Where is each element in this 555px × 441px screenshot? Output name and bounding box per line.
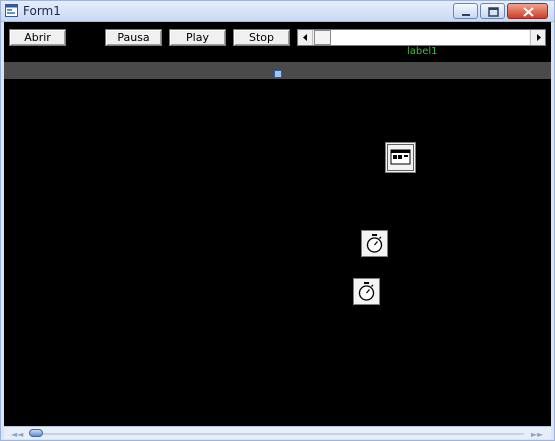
form-icon: [5, 4, 18, 17]
resize-handle[interactable]: [274, 70, 282, 78]
open-button[interactable]: Abrir: [9, 29, 66, 46]
seek-thumb[interactable]: [29, 429, 43, 437]
scroll-right-button[interactable]: [530, 30, 545, 45]
toolbar: Abrir Pausa Play Stop label1: [4, 22, 551, 62]
rewind-button[interactable]: ◄◄: [11, 430, 23, 439]
play-button[interactable]: Play: [169, 29, 226, 46]
label1: label1: [407, 46, 438, 57]
minimize-button[interactable]: [453, 3, 478, 19]
scroll-left-button[interactable]: [298, 30, 313, 45]
close-icon: [523, 7, 534, 17]
scroll-thumb[interactable]: [314, 30, 331, 45]
form1-window: Form1 Abrir Pausa Play Stop label1 ◄◄ ►►: [0, 0, 555, 441]
close-button[interactable]: [507, 3, 548, 19]
pause-button[interactable]: Pausa: [105, 29, 162, 46]
timer-control-2[interactable]: [353, 278, 380, 305]
timer-control-1[interactable]: [361, 230, 388, 257]
horizontal-scrollbar[interactable]: [297, 29, 546, 46]
arrow-left-icon: [303, 34, 307, 41]
media-seek-bar: ◄◄ ►►: [4, 426, 551, 439]
common-dialog-control[interactable]: [385, 142, 416, 173]
timer-icon: [366, 234, 383, 253]
common-dialog-icon: [387, 144, 414, 171]
scroll-track[interactable]: [331, 30, 529, 45]
title-bar[interactable]: Form1: [1, 1, 554, 22]
arrow-right-icon: [537, 34, 541, 41]
timer-icon: [358, 282, 375, 301]
minimize-icon: [462, 14, 470, 16]
seek-track[interactable]: [30, 433, 524, 435]
form-client-area: Abrir Pausa Play Stop label1 ◄◄ ►►: [4, 22, 551, 439]
stop-button[interactable]: Stop: [233, 29, 290, 46]
window-title: Form1: [23, 4, 61, 18]
maximize-button[interactable]: [480, 3, 505, 19]
maximize-icon: [488, 7, 499, 17]
forward-button[interactable]: ►►: [531, 430, 543, 439]
